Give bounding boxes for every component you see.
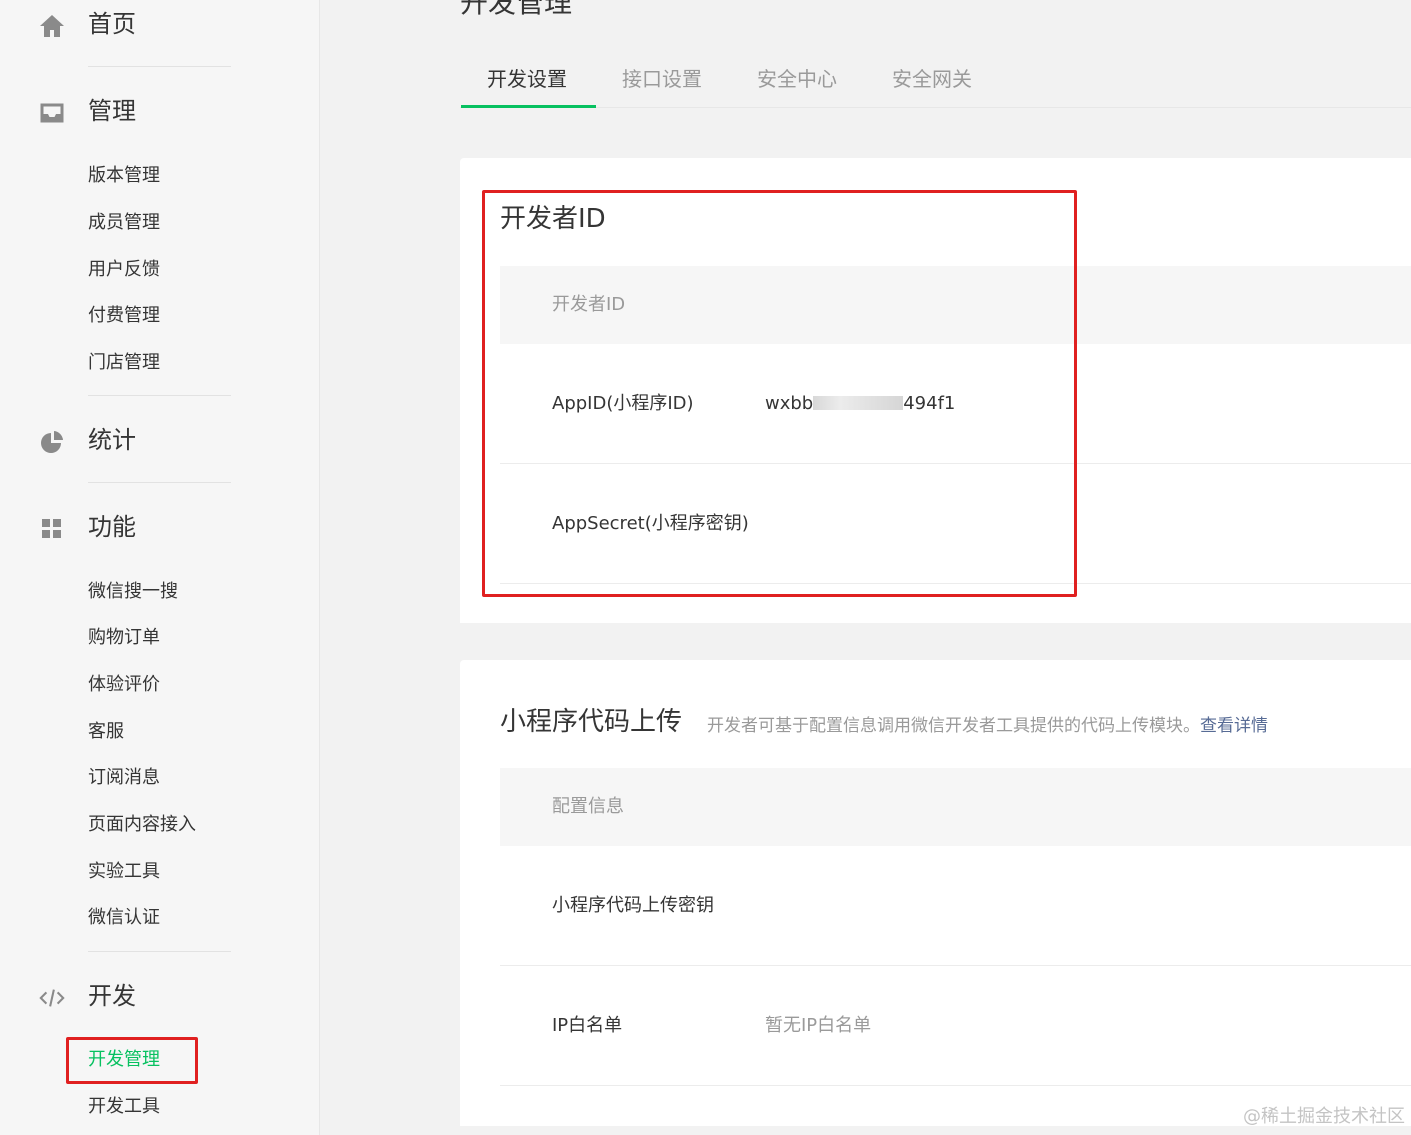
sidebar-item-store[interactable]: 门店管理 (88, 351, 160, 375)
sidebar-section-title: 首页 (88, 10, 136, 38)
sidebar-section-title: 开发 (88, 982, 136, 1010)
tab-security-center[interactable]: 安全中心 (757, 64, 837, 94)
sidebar-section-stats[interactable]: 统计 (0, 420, 320, 460)
sidebar-item-reviews[interactable]: 体验评价 (88, 673, 160, 697)
table-row-ip-whitelist: IP白名单 暂无IP白名单 (500, 966, 1411, 1086)
sidebar-section-title: 统计 (88, 426, 136, 454)
sidebar-item-page-content[interactable]: 页面内容接入 (88, 813, 196, 837)
upload-key-label: 小程序代码上传密钥 (552, 895, 714, 916)
sidebar-item-members[interactable]: 成员管理 (88, 211, 160, 235)
sidebar-item-subscriptions[interactable]: 订阅消息 (88, 766, 160, 790)
tab-bar: 开发设置 接口设置 安全中心 安全网关 (460, 52, 1411, 108)
inbox-icon (38, 99, 66, 127)
sidebar-section-title: 功能 (88, 513, 136, 541)
home-icon (38, 12, 66, 40)
divider (88, 482, 231, 483)
description-text: 开发者可基于配置信息调用微信开发者工具提供的代码上传模块。 (707, 716, 1200, 736)
code-icon (38, 984, 66, 1012)
sidebar-item-dev-tools[interactable]: 开发工具 (88, 1095, 160, 1119)
sidebar-item-search[interactable]: 微信搜一搜 (88, 580, 178, 604)
divider (88, 395, 231, 396)
divider (88, 951, 231, 952)
sidebar-section-manage[interactable]: 管理 (0, 91, 320, 131)
sidebar-item-version[interactable]: 版本管理 (88, 164, 160, 188)
sidebar-section-title: 管理 (88, 97, 136, 125)
panel-description: 开发者可基于配置信息调用微信开发者工具提供的代码上传模块。查看详情 (707, 714, 1268, 738)
ip-whitelist-label: IP白名单 (552, 1015, 623, 1036)
sidebar-item-verification[interactable]: 微信认证 (88, 906, 160, 930)
sidebar-item-experiments[interactable]: 实验工具 (88, 860, 160, 884)
watermark: @稀土掘金技术社区 (1243, 1106, 1405, 1127)
sidebar-section-home[interactable]: 首页 (0, 4, 320, 44)
table-header-label: 配置信息 (552, 796, 624, 817)
sidebar-section-features[interactable]: 功能 (0, 507, 320, 547)
sidebar-section-dev[interactable]: 开发 (0, 976, 320, 1016)
tab-security-gateway[interactable]: 安全网关 (892, 64, 972, 94)
panel-title: 小程序代码上传 (500, 707, 683, 737)
tab-dev-settings[interactable]: 开发设置 (487, 64, 567, 94)
table-row-upload-key: 小程序代码上传密钥 (500, 846, 1411, 966)
sidebar-item-payment[interactable]: 付费管理 (88, 304, 160, 328)
active-tab-indicator (461, 105, 596, 108)
pie-chart-icon (38, 428, 66, 456)
highlight-box (482, 190, 1077, 597)
sidebar-item-feedback[interactable]: 用户反馈 (88, 258, 160, 282)
grid-icon (38, 515, 66, 543)
sidebar-item-dev-management[interactable]: 开发管理 (88, 1048, 160, 1072)
sidebar-item-orders[interactable]: 购物订单 (88, 626, 160, 650)
sidebar: 首页 管理 版本管理 成员管理 用户反馈 付费管理 门店管理 统计 功能 微信搜… (0, 0, 320, 1135)
tab-api-settings[interactable]: 接口设置 (622, 64, 702, 94)
ip-whitelist-value: 暂无IP白名单 (765, 1015, 872, 1036)
sidebar-item-customer-service[interactable]: 客服 (88, 720, 124, 744)
divider (88, 66, 231, 67)
page-title: 开发管理 (460, 0, 573, 19)
code-upload-panel: 小程序代码上传 开发者可基于配置信息调用微信开发者工具提供的代码上传模块。查看详… (460, 660, 1411, 1126)
view-details-link[interactable]: 查看详情 (1200, 716, 1268, 736)
table-header: 配置信息 (500, 768, 1411, 846)
